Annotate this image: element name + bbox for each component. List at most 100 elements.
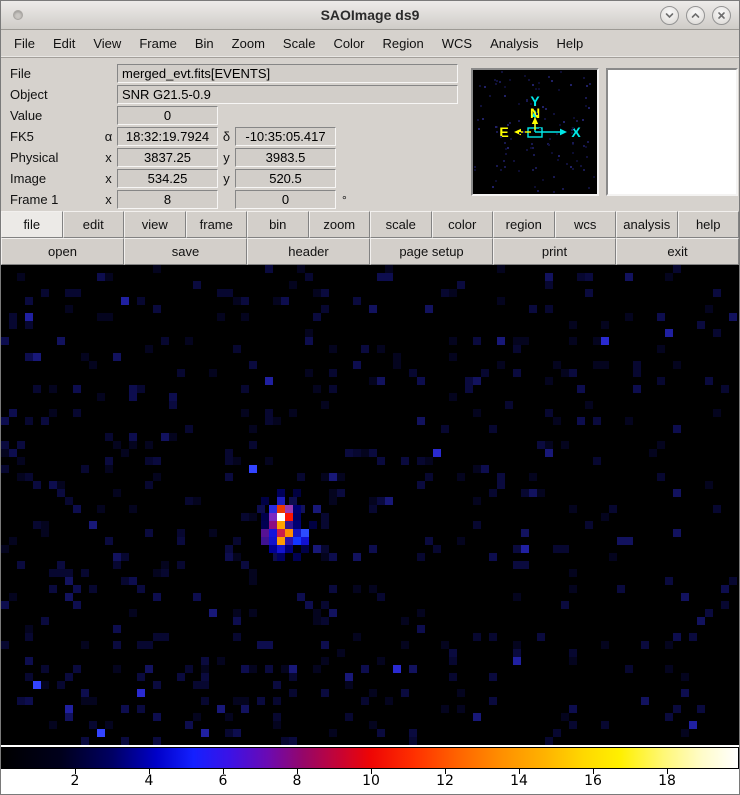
toolbar-button-zoom[interactable]: zoom: [309, 211, 371, 238]
noise-pixel: [681, 593, 689, 601]
noise-pixel: [113, 561, 121, 569]
menu-edit[interactable]: Edit: [44, 30, 84, 57]
noise-pixel: [489, 425, 497, 433]
panner[interactable]: Y N E X: [471, 68, 599, 196]
noise-pixel: [577, 385, 585, 393]
toolbar-button-page-setup[interactable]: page setup: [370, 238, 493, 265]
noise-pixel: [241, 409, 249, 417]
noise-pixel: [41, 521, 49, 529]
colorbar[interactable]: [1, 747, 739, 769]
noise-pixel: [153, 713, 161, 721]
panner-noise-speck: [542, 106, 544, 108]
noise-pixel: [65, 705, 73, 713]
noise-pixel: [321, 553, 329, 561]
noise-pixel: [225, 729, 233, 737]
info-value-box[interactable]: 3837.25: [117, 148, 218, 167]
panner-noise-speck: [495, 126, 497, 128]
info-value-box[interactable]: 8: [117, 190, 218, 209]
noise-pixel: [265, 377, 273, 385]
noise-pixel: [169, 393, 177, 401]
info-value-box[interactable]: 18:32:19.7924: [117, 127, 218, 146]
noise-pixel: [169, 433, 177, 441]
info-value-box[interactable]: 3983.5: [235, 148, 336, 167]
close-button[interactable]: [712, 6, 731, 25]
noise-pixel: [513, 657, 521, 665]
noise-pixel: [641, 697, 649, 705]
menu-frame[interactable]: Frame: [130, 30, 186, 57]
noise-pixel: [529, 473, 537, 481]
toolbar-button-print[interactable]: print: [493, 238, 616, 265]
magnifier[interactable]: [606, 68, 738, 196]
toolbar-button-save[interactable]: save: [124, 238, 247, 265]
toolbar-button-exit[interactable]: exit: [616, 238, 739, 265]
toolbar-button-region[interactable]: region: [493, 211, 555, 238]
info-value-box[interactable]: 0: [235, 190, 336, 209]
noise-pixel: [313, 289, 321, 297]
menu-file[interactable]: File: [5, 30, 44, 57]
noise-pixel: [25, 697, 33, 705]
panner-noise-speck: [566, 163, 568, 165]
noise-pixel: [17, 457, 25, 465]
toolbar-button-analysis[interactable]: analysis: [616, 211, 678, 238]
image-display[interactable]: [1, 265, 740, 747]
noise-pixel: [369, 305, 377, 313]
panner-noise-speck: [571, 132, 573, 134]
info-value-box[interactable]: merged_evt.fits[EVENTS]: [117, 64, 458, 83]
noise-pixel: [289, 665, 297, 673]
menu-wcs[interactable]: WCS: [433, 30, 481, 57]
noise-pixel: [489, 489, 497, 497]
toolbar-button-color[interactable]: color: [432, 211, 494, 238]
toolbar-button-help[interactable]: help: [678, 211, 740, 238]
noise-pixel: [129, 577, 137, 585]
menu-color[interactable]: Color: [324, 30, 373, 57]
noise-pixel: [153, 681, 161, 689]
menu-scale[interactable]: Scale: [274, 30, 325, 57]
noise-pixel: [425, 305, 433, 313]
menu-zoom[interactable]: Zoom: [223, 30, 274, 57]
noise-pixel: [553, 361, 561, 369]
toolbar-button-view[interactable]: view: [124, 211, 186, 238]
colorbar-tick-label: 16: [584, 773, 602, 789]
panner-noise-speck: [533, 154, 535, 156]
toolbar-button-file[interactable]: file: [1, 211, 63, 238]
noise-pixel: [369, 585, 377, 593]
source-pixel: [293, 553, 301, 561]
toolbar-button-wcs[interactable]: wcs: [555, 211, 617, 238]
toolbar-button-bin[interactable]: bin: [247, 211, 309, 238]
panner-noise-speck: [548, 144, 550, 146]
noise-pixel: [497, 481, 505, 489]
maximize-button[interactable]: [686, 6, 705, 25]
noise-pixel: [545, 273, 553, 281]
source-pixel: [293, 489, 301, 497]
noise-pixel: [41, 681, 49, 689]
info-value-box[interactable]: 520.5: [235, 169, 336, 188]
noise-pixel: [457, 537, 465, 545]
noise-pixel: [673, 529, 681, 537]
menu-analysis[interactable]: Analysis: [481, 30, 547, 57]
menu-region[interactable]: Region: [374, 30, 433, 57]
menu-bin[interactable]: Bin: [186, 30, 223, 57]
toolbar-button-header[interactable]: header: [247, 238, 370, 265]
info-value-box[interactable]: SNR G21.5-0.9: [117, 85, 458, 104]
toolbar-button-open[interactable]: open: [1, 238, 124, 265]
info-value-box[interactable]: 534.25: [117, 169, 218, 188]
shade-button[interactable]: [660, 6, 679, 25]
toolbar-button-scale[interactable]: scale: [370, 211, 432, 238]
toolbar-button-frame[interactable]: frame: [186, 211, 248, 238]
noise-pixel: [313, 665, 321, 673]
panner-noise-speck: [562, 188, 564, 190]
info-value-box[interactable]: -10:35:05.417: [235, 127, 336, 146]
colorbar-tick-label: 10: [362, 773, 380, 789]
noise-pixel: [553, 417, 561, 425]
noise-pixel: [65, 569, 73, 577]
noise-pixel: [65, 305, 73, 313]
noise-pixel: [209, 369, 217, 377]
noise-pixel: [289, 737, 297, 745]
noise-pixel: [25, 313, 33, 321]
menu-view[interactable]: View: [84, 30, 130, 57]
info-value-box[interactable]: 0: [117, 106, 218, 125]
menu-help[interactable]: Help: [547, 30, 592, 57]
toolbar-button-edit[interactable]: edit: [63, 211, 125, 238]
noise-pixel: [137, 385, 145, 393]
ds9-window: SAOImage ds9 FileEditViewFrameBinZoomSca…: [0, 0, 740, 795]
